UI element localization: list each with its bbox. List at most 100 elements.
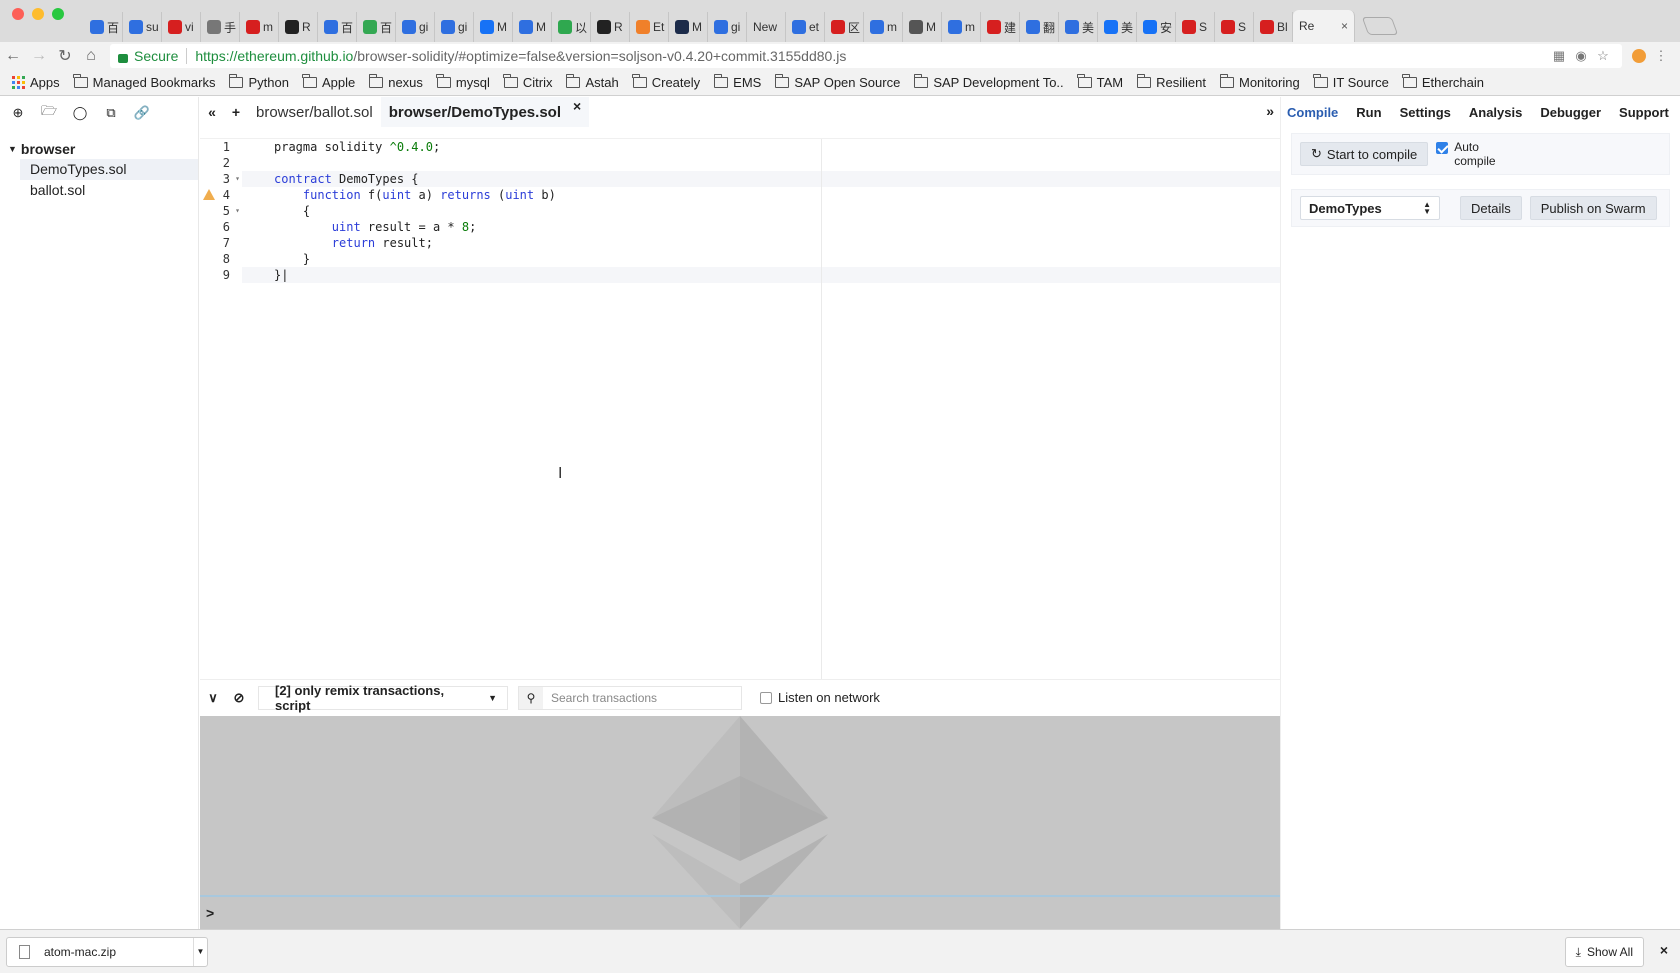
warning-icon[interactable] bbox=[203, 189, 215, 200]
increase-font-icon[interactable]: + bbox=[224, 104, 248, 120]
file-item-ballot[interactable]: ballot.sol bbox=[20, 180, 198, 201]
chevron-down-icon[interactable]: ▼ bbox=[193, 937, 207, 966]
listen-on-network-toggle[interactable]: Listen on network bbox=[760, 690, 880, 705]
console-input[interactable]: > bbox=[200, 895, 1280, 929]
browser-tab[interactable]: Et bbox=[630, 12, 669, 42]
extension-lock-icon[interactable]: ◉ bbox=[1570, 45, 1592, 67]
publish-swarm-button[interactable]: Publish on Swarm bbox=[1529, 196, 1657, 220]
contract-select[interactable]: DemoTypes ▲ ▼ bbox=[1300, 196, 1440, 220]
browser-tab[interactable]: m bbox=[942, 12, 981, 42]
browser-tab[interactable]: 以 bbox=[552, 12, 591, 42]
browser-tab[interactable]: 百 bbox=[318, 12, 357, 42]
browser-tab[interactable]: su bbox=[123, 12, 162, 42]
details-button[interactable]: Details bbox=[1460, 196, 1522, 220]
profile-extension-icon[interactable] bbox=[1628, 45, 1650, 67]
browser-tab[interactable]: gi bbox=[708, 12, 747, 42]
back-arrow-icon[interactable]: ← bbox=[0, 43, 26, 69]
browser-tab[interactable]: gi bbox=[435, 12, 474, 42]
tab-settings[interactable]: Settings bbox=[1394, 97, 1463, 129]
tab-debugger[interactable]: Debugger bbox=[1534, 97, 1613, 129]
tab-compile[interactable]: Compile bbox=[1281, 97, 1350, 129]
code-editor[interactable]: 1 2 3 ▾ 4 5 ▾ 6 7 8 9 pragma solidity ^0.4.0; cont… bbox=[200, 138, 1280, 679]
browser-tab[interactable]: M bbox=[669, 12, 708, 42]
browser-tab[interactable]: m bbox=[864, 12, 903, 42]
forward-arrow-icon[interactable]: → bbox=[26, 43, 52, 69]
bookmark-sap-open-source[interactable]: SAP Open Source bbox=[774, 74, 900, 90]
browser-tab[interactable]: R bbox=[591, 12, 630, 42]
bookmark-managed-bookmarks[interactable]: Managed Bookmarks bbox=[73, 74, 215, 90]
close-shelf-icon[interactable]: × bbox=[1660, 942, 1668, 958]
browser-tab[interactable]: M bbox=[903, 12, 942, 42]
transaction-filter-select[interactable]: [2] only remix transactions, script ▼ bbox=[258, 683, 508, 713]
browser-tab[interactable]: 安 bbox=[1137, 12, 1176, 42]
auto-compile-checkbox[interactable] bbox=[1436, 142, 1449, 154]
browser-tab[interactable]: 百 bbox=[84, 12, 123, 42]
create-file-icon[interactable]: ⊕ bbox=[10, 105, 26, 121]
reload-icon[interactable]: ↻ bbox=[52, 43, 78, 69]
browser-tab[interactable]: S bbox=[1215, 12, 1254, 42]
bookmark-astah[interactable]: Astah bbox=[565, 74, 619, 90]
chrome-menu-icon[interactable]: ⋮ bbox=[1650, 45, 1672, 67]
bookmark-tam[interactable]: TAM bbox=[1077, 74, 1123, 90]
github-gist-icon[interactable]: ◯ bbox=[72, 105, 88, 121]
tab-run[interactable]: Run bbox=[1350, 97, 1393, 129]
auto-compile-toggle[interactable]: Auto compile bbox=[1436, 140, 1514, 168]
bookmark-it-source[interactable]: IT Source bbox=[1313, 74, 1389, 90]
bookmark-etherchain[interactable]: Etherchain bbox=[1402, 74, 1484, 90]
code-lines[interactable]: pragma solidity ^0.4.0; contract DemoTyp… bbox=[242, 139, 1280, 679]
browser-tab[interactable]: New bbox=[747, 12, 786, 42]
listen-checkbox[interactable] bbox=[760, 691, 772, 704]
caret-down-icon[interactable]: ▼ bbox=[8, 144, 17, 154]
bookmark-mysql[interactable]: mysql bbox=[436, 74, 490, 90]
folder-browser[interactable]: ▼ browser bbox=[0, 139, 198, 159]
bookmark-nexus[interactable]: nexus bbox=[368, 74, 423, 90]
browser-tab[interactable]: M bbox=[513, 12, 552, 42]
browser-tab[interactable]: 区 bbox=[825, 12, 864, 42]
close-tab-icon[interactable]: × bbox=[573, 98, 581, 114]
bookmark-python[interactable]: Python bbox=[228, 74, 289, 90]
editor-tab-ballot[interactable]: browser/ballot.sol bbox=[248, 97, 381, 127]
browser-tab[interactable]: vi bbox=[162, 12, 201, 42]
browser-tab[interactable]: M bbox=[474, 12, 513, 42]
bookmark-sap-development-to[interactable]: SAP Development To.. bbox=[913, 74, 1064, 90]
close-window-button[interactable] bbox=[12, 8, 24, 20]
browser-tab[interactable]: S bbox=[1176, 12, 1215, 42]
browser-tab[interactable]: Bl bbox=[1254, 12, 1293, 42]
editor-tab-demotypes[interactable]: browser/DemoTypes.sol × bbox=[380, 97, 590, 127]
terminal-console[interactable]: > bbox=[200, 716, 1280, 929]
browser-tab[interactable]: m bbox=[240, 12, 279, 42]
home-icon[interactable]: ⌂ bbox=[78, 43, 104, 69]
bookmark-apple[interactable]: Apple bbox=[302, 74, 355, 90]
bookmark-creately[interactable]: Creately bbox=[632, 74, 700, 90]
zoom-window-button[interactable] bbox=[52, 8, 64, 20]
expand-right-panel-icon[interactable]: » bbox=[1266, 103, 1274, 119]
bookmark-citrix[interactable]: Citrix bbox=[503, 74, 552, 90]
browser-tab[interactable]: 美 bbox=[1098, 12, 1137, 42]
browser-tab[interactable]: gi bbox=[396, 12, 435, 42]
file-item-demotypes[interactable]: DemoTypes.sol bbox=[20, 159, 198, 180]
bookmark-star-icon[interactable]: ☆ bbox=[1592, 45, 1614, 67]
browser-tab[interactable]: R bbox=[279, 12, 318, 42]
fold-toggle-icon[interactable]: ▾ bbox=[235, 171, 240, 187]
url-omnibox[interactable]: Secure https://ethereum.github.io /brows… bbox=[110, 44, 1622, 68]
extension-shield-icon[interactable]: ▦ bbox=[1548, 45, 1570, 67]
fold-toggle-icon[interactable]: ▾ bbox=[235, 203, 240, 219]
collapse-left-panel-icon[interactable]: « bbox=[200, 104, 224, 120]
tab-analysis[interactable]: Analysis bbox=[1463, 97, 1534, 129]
open-folder-icon[interactable]: 🗁 bbox=[41, 103, 57, 121]
minimize-terminal-icon[interactable]: ∨ bbox=[200, 690, 226, 706]
browser-tab[interactable]: 手 bbox=[201, 12, 240, 42]
clear-console-icon[interactable]: ⊘ bbox=[226, 690, 252, 706]
bookmark-ems[interactable]: EMS bbox=[713, 74, 761, 90]
browser-tab-active[interactable]: Re × bbox=[1293, 10, 1355, 42]
search-transactions-input[interactable] bbox=[543, 686, 741, 709]
bookmark-apps[interactable]: Apps bbox=[12, 75, 60, 90]
minimize-window-button[interactable] bbox=[32, 8, 44, 20]
download-item[interactable]: atom-mac.zip ▼ bbox=[6, 936, 208, 967]
tab-support[interactable]: Support bbox=[1613, 97, 1680, 129]
connect-localhost-link-icon[interactable]: 🔗 bbox=[134, 105, 150, 121]
new-tab-button[interactable] bbox=[1361, 17, 1399, 35]
show-all-downloads-button[interactable]: ⤓ Show All bbox=[1564, 937, 1644, 967]
browser-tab[interactable]: 翻 bbox=[1020, 12, 1059, 42]
browser-tab[interactable]: 美 bbox=[1059, 12, 1098, 42]
